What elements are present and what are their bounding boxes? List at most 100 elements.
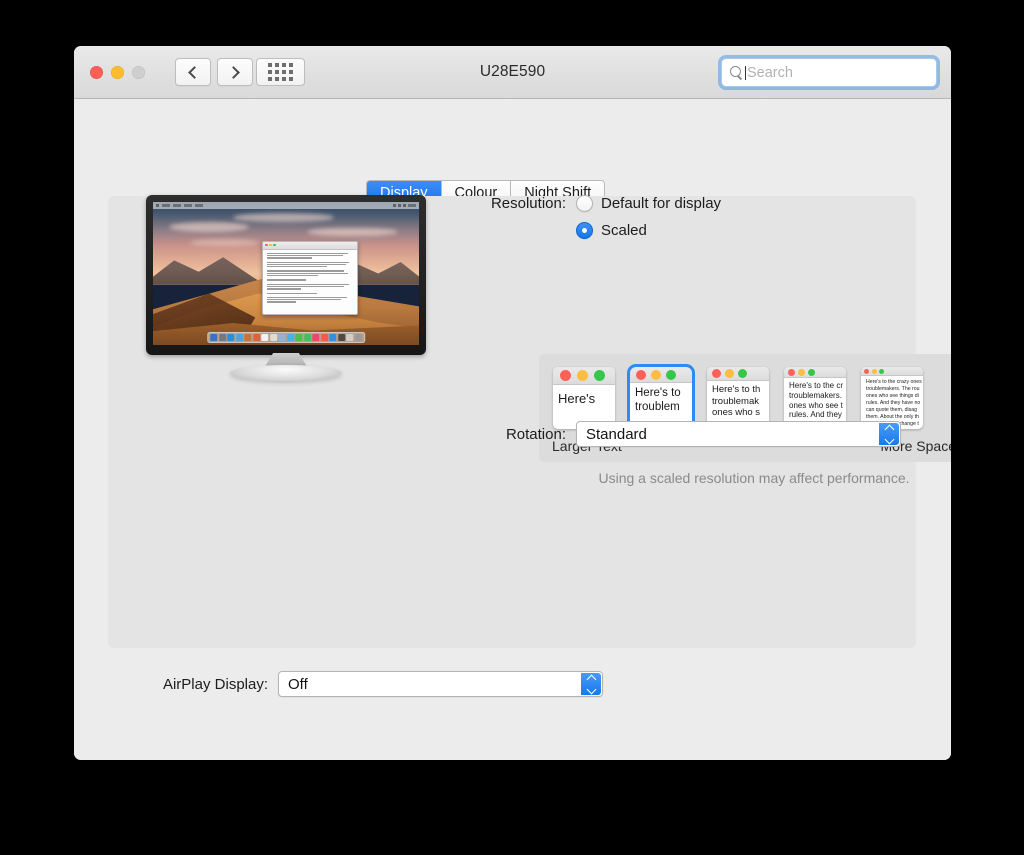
status-icon (398, 204, 401, 207)
chevron-updown-icon[interactable] (879, 423, 899, 445)
dock-icon-finder (210, 334, 217, 341)
rotation-value: Standard (586, 426, 647, 443)
dock-icon-appstore2 (329, 334, 336, 341)
dock-icon-launchpad (219, 334, 226, 341)
dock-icon-safari (227, 334, 234, 341)
cloud-icon (233, 213, 334, 222)
thumbnail-text: Here's to the cr troublemakers. ones who… (784, 378, 846, 420)
thumbnail-titlebar (861, 367, 923, 376)
zoom-button-mini (273, 244, 276, 247)
monitor-stand-base (230, 365, 342, 381)
dock-icon-settings (338, 334, 345, 341)
zoom-dot-icon (808, 369, 815, 376)
close-dot-icon (560, 370, 571, 381)
radio-label: Scaled (601, 222, 647, 239)
resolution-row: Resolution: Default for display Scaled (466, 195, 721, 249)
preview-dock (207, 332, 365, 343)
rotation-label: Rotation: (466, 426, 566, 443)
dock-icon-reminders (270, 334, 277, 341)
dock-icon-music (312, 334, 319, 341)
zoom-dot-icon (666, 370, 676, 380)
search-placeholder: Search (747, 65, 793, 81)
zoom-dot-icon (879, 369, 884, 374)
dock-icon-photos (287, 334, 294, 341)
apple-menu-icon (156, 204, 159, 207)
rotation-dropdown[interactable]: Standard (576, 421, 901, 447)
close-dot-icon (788, 369, 795, 376)
dock-icon-calendar (253, 334, 260, 341)
radio-icon-selected (576, 222, 593, 239)
display-preview (146, 195, 426, 380)
airplay-dropdown[interactable]: Off (278, 671, 603, 697)
preview-menu-bar (153, 202, 419, 209)
thumbnail-text: Here's (553, 385, 615, 407)
preview-window-titlebar (263, 242, 357, 250)
search-icon (730, 66, 743, 79)
resolution-label: Resolution: (466, 195, 566, 212)
status-icon (403, 204, 406, 207)
radio-default-for-display[interactable]: Default for display (576, 195, 721, 212)
search-container: Search (721, 58, 937, 87)
resolution-thumbnail-5[interactable]: Here's to the crazy ones troublemakers. … (861, 367, 923, 429)
cloud-icon (169, 222, 249, 232)
airplay-row: AirPlay Display: Off (105, 671, 603, 697)
text-caret (745, 66, 746, 80)
zoom-dot-icon (738, 369, 747, 378)
close-button-mini (265, 244, 268, 247)
resolution-thumbnail-1[interactable]: Here's (553, 367, 615, 429)
thumbnail-titlebar (630, 367, 692, 383)
zoom-dot-icon (594, 370, 605, 381)
resolution-thumbnail-2[interactable]: Here's to troublem (630, 367, 692, 429)
performance-note: Using a scaled resolution may affect per… (539, 470, 951, 486)
resolution-thumbnails: Here's Here's to troublem (539, 354, 951, 429)
thumbnail-titlebar (707, 367, 769, 381)
dock-icon-messages (295, 334, 302, 341)
close-dot-icon (864, 369, 869, 374)
chevron-updown-icon[interactable] (581, 673, 601, 695)
dock-icon-contacts (244, 334, 251, 341)
dock-icon-appstore (321, 334, 328, 341)
menu-item (162, 204, 170, 207)
resolution-thumbnail-3[interactable]: Here's to th troublemak ones who s (707, 367, 769, 429)
menu-item (195, 204, 203, 207)
system-preferences-window: U28E590 Search Display Colour Night Shif… (74, 46, 951, 760)
minimize-dot-icon (798, 369, 805, 376)
thumbnail-titlebar (553, 367, 615, 385)
screen: U28E590 Search Display Colour Night Shif… (0, 0, 1024, 855)
preview-textedit-window (262, 241, 358, 315)
airplay-label: AirPlay Display: (105, 676, 268, 693)
menu-item (173, 204, 181, 207)
preview-document-text (263, 250, 357, 306)
radio-icon-unselected (576, 195, 593, 212)
dock-icon-maps (278, 334, 285, 341)
resolution-options: Default for display Scaled (576, 195, 721, 249)
resolution-thumbnail-4[interactable]: Here's to the cr troublemakers. ones who… (784, 367, 846, 429)
menu-bar-status-items (393, 204, 416, 207)
radio-scaled[interactable]: Scaled (576, 222, 721, 239)
minimize-dot-icon (651, 370, 661, 380)
window-titlebar: U28E590 Search (74, 46, 951, 99)
minimize-dot-icon (872, 369, 877, 374)
close-dot-icon (712, 369, 721, 378)
thumbnail-text: Here's to th troublemak ones who s (707, 381, 769, 419)
window-body: Display Colour Night Shift (74, 99, 951, 760)
search-input[interactable]: Search (721, 58, 937, 87)
dock-icon-facetime (304, 334, 311, 341)
minimize-dot-icon (577, 370, 588, 381)
minimize-button-mini (269, 244, 272, 247)
rotation-row: Rotation: Standard (466, 421, 901, 447)
dock-icon-downloads (346, 334, 353, 341)
airplay-value: Off (288, 676, 308, 693)
monitor-bezel (146, 195, 426, 355)
dock-icon-trash (355, 334, 362, 341)
monitor-screen (153, 202, 419, 345)
close-dot-icon (636, 370, 646, 380)
dock-icon-notes (261, 334, 268, 341)
minimize-dot-icon (725, 369, 734, 378)
dock-icon-mail (236, 334, 243, 341)
radio-label: Default for display (601, 195, 721, 212)
thumbnail-text: Here's to troublem (630, 383, 692, 414)
thumbnail-titlebar (784, 367, 846, 378)
status-icon (393, 204, 396, 207)
clock-icon (408, 204, 416, 207)
